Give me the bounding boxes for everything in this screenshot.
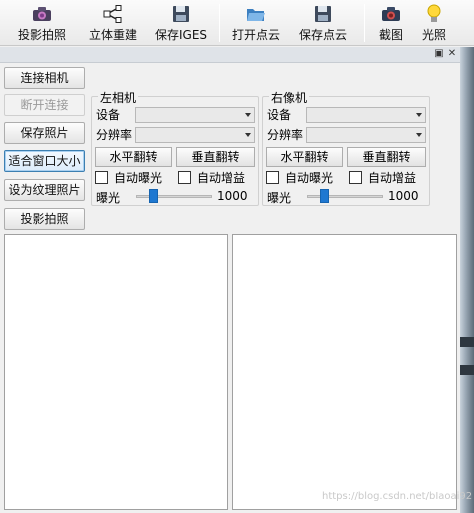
chevron-down-icon — [416, 133, 422, 137]
toolbar-label: 立体重建 — [89, 28, 138, 42]
group-title: 右像机 — [269, 89, 310, 106]
exposure-label: 曝光 — [96, 191, 121, 205]
toolbar-separator — [219, 4, 220, 42]
device-label: 设备 — [267, 108, 292, 122]
auto-exposure-label: 自动曝光 — [285, 171, 334, 185]
left-exposure-slider[interactable] — [136, 195, 212, 198]
float-dock-icon[interactable]: ▣ — [433, 48, 445, 60]
device-label: 设备 — [96, 108, 121, 122]
resolution-label: 分辨率 — [267, 128, 304, 142]
auto-gain-label: 自动增益 — [368, 171, 417, 185]
set-texture-photo-button[interactable]: 设为纹理照片 — [4, 179, 85, 201]
right-resolution-select[interactable] — [306, 127, 426, 143]
fit-window-button[interactable]: 适合窗口大小 — [4, 150, 85, 172]
resolution-label: 分辨率 — [96, 128, 133, 142]
left-image-view[interactable] — [4, 234, 228, 510]
toolbar-label: 光照 — [422, 28, 447, 42]
chevron-down-icon — [245, 113, 251, 117]
left-flip-horizontal-button[interactable]: 水平翻转 — [95, 147, 172, 167]
open-folder-icon — [245, 4, 267, 24]
left-device-select[interactable] — [135, 107, 255, 123]
dock-title-bar: ▣ ✕ — [0, 47, 460, 63]
left-camera-group: 左相机 设备 分辨率 水平翻转 垂直翻转 自动曝光 自动增益 曝光 1000 — [91, 89, 259, 206]
toolbar-label: 保存IGES — [155, 28, 208, 42]
projection-capture-button[interactable]: 投影拍照 — [4, 208, 85, 230]
save-photo-button[interactable]: 保存照片 — [4, 122, 85, 144]
right-image-view[interactable] — [232, 234, 457, 510]
exposure-value: 1000 — [388, 189, 419, 203]
disconnect-button[interactable]: 断开连接 — [4, 94, 85, 116]
left-auto-exposure-checkbox[interactable] — [95, 171, 108, 184]
connect-camera-button[interactable]: 连接相机 — [4, 67, 85, 89]
toolbar-separator — [364, 4, 365, 42]
stereo-reconstruct-toolbar-button[interactable]: 立体重建 — [89, 4, 137, 44]
chevron-down-icon — [416, 113, 422, 117]
right-camera-group: 右像机 设备 分辨率 水平翻转 垂直翻转 自动曝光 自动增益 曝光 1000 — [262, 89, 430, 206]
auto-exposure-label: 自动曝光 — [114, 171, 163, 185]
right-flip-horizontal-button[interactable]: 水平翻转 — [266, 147, 343, 167]
chevron-down-icon — [245, 133, 251, 137]
auto-gain-label: 自动增益 — [197, 171, 246, 185]
camera-icon — [380, 4, 402, 24]
floppy-disk-icon — [170, 4, 192, 24]
right-flip-vertical-button[interactable]: 垂直翻转 — [347, 147, 426, 167]
camera-icon — [31, 4, 53, 24]
toolbar-label: 截图 — [379, 28, 404, 42]
toolbar-label: 打开点云 — [232, 28, 281, 42]
right-exposure-slider[interactable] — [307, 195, 383, 198]
right-auto-gain-checkbox[interactable] — [349, 171, 362, 184]
lighting-toolbar-button[interactable]: 光照 — [422, 4, 446, 44]
group-title: 左相机 — [98, 89, 139, 106]
screenshot-toolbar-button[interactable]: 截图 — [379, 4, 403, 44]
floppy-disk-icon — [312, 4, 334, 24]
share-nodes-icon — [102, 4, 124, 24]
close-icon[interactable]: ✕ — [446, 48, 458, 60]
toolbar-label: 保存点云 — [299, 28, 348, 42]
right-device-select[interactable] — [306, 107, 426, 123]
toolbar-label: 投影拍照 — [18, 28, 67, 42]
watermark-text: https://blog.csdn.net/bIaoai92 — [322, 491, 473, 502]
exposure-label: 曝光 — [267, 191, 292, 205]
save-pointcloud-toolbar-button[interactable]: 保存点云 — [299, 4, 347, 44]
left-flip-vertical-button[interactable]: 垂直翻转 — [176, 147, 255, 167]
background-strip — [460, 47, 474, 513]
projection-capture-toolbar-button[interactable]: 投影拍照 — [18, 4, 66, 44]
main-toolbar: 投影拍照 立体重建 保存IGES 打开点云 保存点云 截图 光照 — [0, 0, 474, 46]
light-bulb-icon — [423, 4, 445, 24]
exposure-value: 1000 — [217, 189, 248, 203]
slider-thumb[interactable] — [149, 189, 158, 203]
left-auto-gain-checkbox[interactable] — [178, 171, 191, 184]
slider-thumb[interactable] — [320, 189, 329, 203]
left-resolution-select[interactable] — [135, 127, 255, 143]
open-pointcloud-toolbar-button[interactable]: 打开点云 — [232, 4, 280, 44]
right-auto-exposure-checkbox[interactable] — [266, 171, 279, 184]
save-iges-toolbar-button[interactable]: 保存IGES — [155, 4, 207, 44]
